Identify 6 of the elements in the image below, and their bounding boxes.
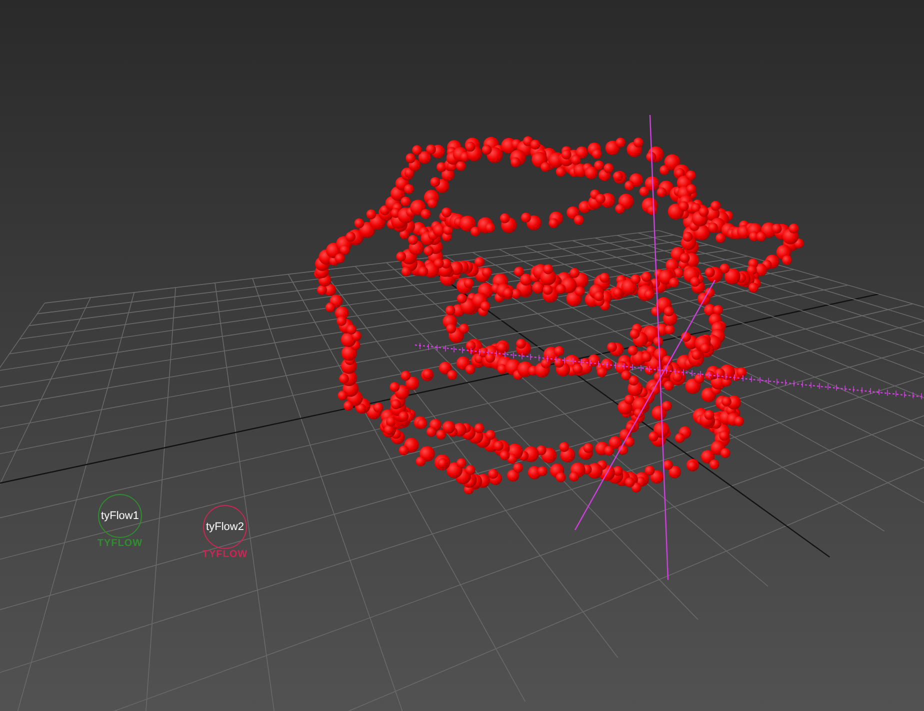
emitter-name: tyFlow2 — [206, 521, 244, 533]
emitter-logo: TYFLOW — [202, 550, 248, 560]
emitter-icon[interactable]: tyFlow1 — [98, 494, 142, 538]
emitter-name: tyFlow1 — [101, 510, 139, 522]
emitter-icon[interactable]: tyFlow2 — [203, 505, 247, 549]
emitter-logo: TYFLOW — [97, 539, 143, 549]
